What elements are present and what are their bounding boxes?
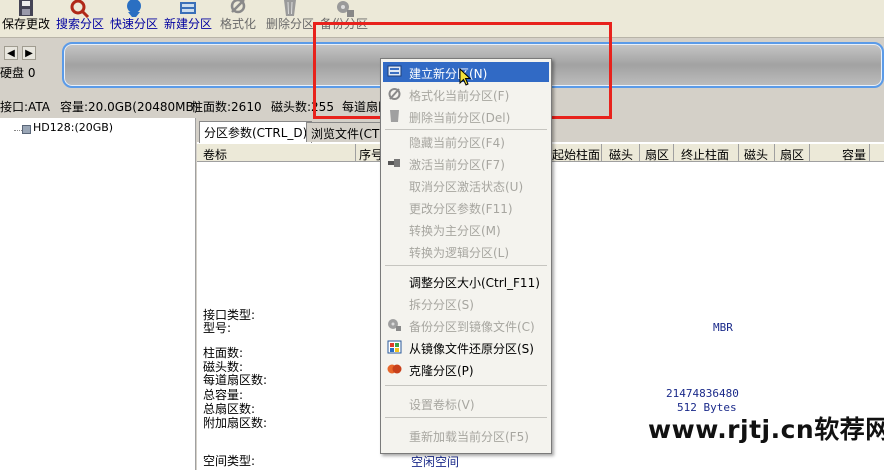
activate-icon: [388, 159, 400, 167]
menu-item-format-partition[interactable]: 格式化当前分区(F): [383, 84, 549, 104]
menu-label: 隐藏当前分区(F4): [409, 136, 505, 150]
menu-label: 更改分区参数(F11): [409, 202, 513, 216]
menu-label: 克隆分区(P): [409, 364, 474, 378]
col-divider: [673, 144, 674, 162]
disk-nav: ◀ ▶: [2, 44, 42, 60]
delete-icon: [390, 110, 399, 122]
col-divider: [869, 144, 870, 162]
menu-item-convert-primary[interactable]: 转换为主分区(M): [383, 219, 549, 239]
menu-item-deactivate-partition[interactable]: 取消分区激活状态(U): [383, 175, 549, 195]
col-capacity[interactable]: 容量: [842, 146, 866, 163]
col-end-cylinder[interactable]: 终止柱面: [681, 146, 729, 163]
restore-icon: [387, 340, 402, 354]
menu-label: 设置卷标(V): [409, 398, 475, 412]
new-partition-icon: [387, 65, 402, 77]
menu-label: 从镜像文件还原分区(S): [409, 342, 534, 356]
menu-label: 重新加载当前分区(F5): [409, 430, 529, 444]
quick-partition-button[interactable]: 快速分区: [108, 0, 160, 36]
new-partition-button[interactable]: 新建分区: [162, 0, 214, 36]
cylinders-info: 柱面数:2610: [191, 100, 262, 114]
format-icon: [388, 88, 401, 100]
menu-item-resize-partition[interactable]: 调整分区大小(Ctrl_F11): [383, 271, 549, 291]
extra-sectors-label: 附加扇区数:: [203, 416, 268, 430]
clone-icon: [387, 364, 402, 374]
menu-item-set-volume-label[interactable]: 设置卷标(V): [383, 393, 549, 413]
prev-disk-button[interactable]: ◀: [4, 46, 18, 60]
next-disk-button[interactable]: ▶: [22, 46, 36, 60]
menu-item-new-partition[interactable]: 建立新分区(N): [383, 62, 549, 86]
col-divider: [774, 144, 775, 162]
menu-item-split-partition[interactable]: 拆分分区(S): [383, 293, 549, 313]
model-value: MBR: [713, 321, 733, 334]
delete-partition-button[interactable]: 删除分区: [264, 0, 316, 36]
menu-separator: [385, 265, 547, 266]
col-start-cylinder[interactable]: 起始柱面: [552, 146, 600, 163]
col-start-head[interactable]: 磁头: [609, 146, 633, 163]
col-end-head[interactable]: 磁头: [744, 146, 768, 163]
site-watermark: www.rjtj.cn软荐网: [648, 415, 884, 444]
tree-node-hd128[interactable]: HD128:(20GB): [33, 121, 113, 134]
menu-label: 拆分分区(S): [409, 298, 474, 312]
delete-partition-label: 删除分区: [265, 17, 314, 31]
menu-item-clone-partition[interactable]: 克隆分区(P): [383, 359, 549, 379]
space-type-label: 空间类型:: [203, 454, 256, 468]
menu-separator: [385, 385, 547, 386]
quick-partition-label: 快速分区: [109, 17, 158, 31]
menu-item-restore-from-image[interactable]: 从镜像文件还原分区(S): [383, 337, 549, 357]
total-capacity-value: 21474836480: [666, 387, 739, 400]
search-partition-button[interactable]: 搜索分区: [54, 0, 106, 36]
capacity-info: 容量:20.0GB(20480MB): [60, 100, 199, 114]
menu-item-delete-partition[interactable]: 删除当前分区(Del): [383, 106, 549, 126]
disk-icon: [22, 125, 31, 134]
menu-item-hide-partition[interactable]: 隐藏当前分区(F4): [383, 131, 549, 151]
menu-label: 建立新分区(N): [409, 67, 488, 81]
menu-label: 备份分区到镜像文件(C): [409, 320, 535, 334]
new-partition-label: 新建分区: [163, 17, 212, 31]
menu-separator: [385, 129, 547, 130]
context-menu: 建立新分区(N) 格式化当前分区(F) 删除当前分区(Del) 隐藏当前分区(F…: [380, 58, 552, 454]
col-divider: [809, 144, 810, 162]
menu-item-convert-logical[interactable]: 转换为逻辑分区(L): [383, 241, 549, 261]
col-divider: [601, 144, 602, 162]
menu-label: 格式化当前分区(F): [409, 89, 510, 103]
menu-label: 转换为逻辑分区(L): [409, 246, 510, 260]
model-label: 型号:: [203, 321, 232, 335]
col-volume-label[interactable]: 卷标: [203, 146, 227, 163]
menu-item-change-params[interactable]: 更改分区参数(F11): [383, 197, 549, 217]
save-changes-button[interactable]: 保存更改: [0, 0, 52, 36]
format-label: 格式化: [219, 17, 256, 31]
menu-item-activate-partition[interactable]: 激活当前分区(F7): [383, 153, 549, 173]
col-divider: [355, 144, 356, 162]
menu-label: 取消分区激活状态(U): [409, 180, 524, 194]
menu-separator: [385, 417, 547, 418]
col-start-sector[interactable]: 扇区: [645, 146, 669, 163]
disk-label: 硬盘 0: [0, 66, 36, 80]
menu-label: 删除当前分区(Del): [409, 111, 511, 125]
col-divider: [738, 144, 739, 162]
menu-label: 调整分区大小(Ctrl_F11): [409, 276, 540, 290]
menu-label: 激活当前分区(F7): [409, 158, 505, 172]
menu-item-backup-to-image[interactable]: 备份分区到镜像文件(C): [383, 315, 549, 335]
save-changes-label: 保存更改: [1, 17, 50, 31]
menu-item-reload-partition[interactable]: 重新加载当前分区(F5): [383, 425, 549, 445]
col-end-sector[interactable]: 扇区: [780, 146, 804, 163]
col-divider: [639, 144, 640, 162]
format-button[interactable]: 格式化: [216, 0, 260, 36]
search-partition-label: 搜索分区: [55, 17, 104, 31]
backup-icon: [388, 319, 401, 331]
tab-partition-params[interactable]: 分区参数(CTRL_D): [199, 121, 313, 143]
space-type-value: 空闲空间: [411, 455, 460, 469]
disk-tree: HD128:(20GB): [0, 118, 196, 470]
interface-info: 接口:ATA: [0, 100, 50, 114]
menu-label: 转换为主分区(M): [409, 224, 501, 238]
